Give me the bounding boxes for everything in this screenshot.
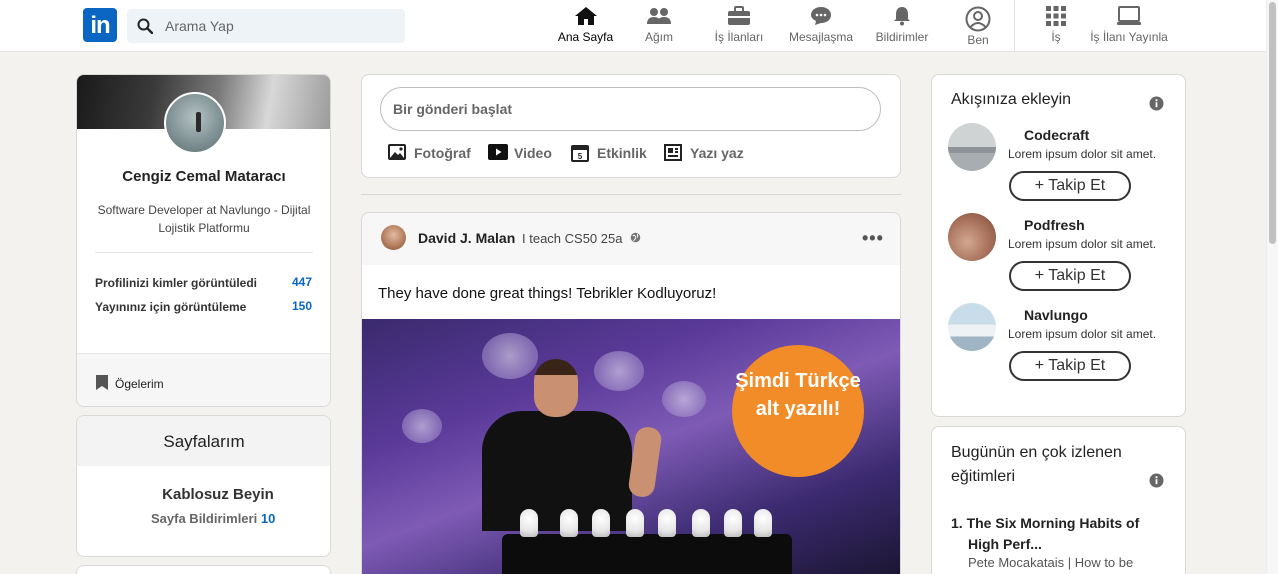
- calendar-icon: 5: [571, 145, 589, 162]
- share-event-button[interactable]: 5 Etkinlik: [571, 142, 651, 164]
- nav-jobs[interactable]: İş İlanları: [712, 6, 766, 48]
- nav-home[interactable]: Ana Sayfa: [557, 6, 614, 48]
- feed-separator: [361, 194, 901, 195]
- share-photo-button[interactable]: Fotoğraf: [388, 142, 478, 164]
- post-options-menu-icon[interactable]: •••: [862, 228, 884, 249]
- nav-label: Ağım: [644, 30, 673, 44]
- stat-profile-views-value[interactable]: 447: [292, 275, 312, 289]
- search-icon: [137, 18, 153, 34]
- nav-label: Bildirimler: [875, 30, 929, 44]
- my-items-label: Ögelerim: [115, 377, 164, 391]
- nav-post-job[interactable]: İş İlanı Yayınla: [1088, 6, 1170, 48]
- post-author-avatar[interactable]: [381, 225, 406, 250]
- search-input[interactable]: [165, 9, 395, 43]
- course-subtitle: Pete Mocakatais | How to be: [968, 555, 1134, 570]
- nav-label: Mesajlaşma: [788, 30, 854, 44]
- page-scrollbar[interactable]: [1266, 0, 1278, 574]
- navlungo-avatar[interactable]: [948, 303, 996, 351]
- my-items-link[interactable]: Ögelerim: [77, 353, 330, 406]
- globe-icon: [630, 232, 641, 243]
- post-job-icon: [1117, 6, 1141, 25]
- suggestion-desc: Lorem ipsum dolor sit amet.: [1008, 327, 1157, 341]
- nav-notifications[interactable]: Bildirimler: [873, 6, 931, 48]
- add-to-feed-title: Akışınıza ekleyin: [951, 91, 1072, 108]
- svg-text:5: 5: [578, 152, 583, 161]
- share-video-button[interactable]: Video: [488, 142, 558, 164]
- video-icon: [488, 144, 508, 160]
- nav-label: Ben: [967, 33, 989, 47]
- article-icon: [664, 144, 682, 161]
- follow-button[interactable]: + Takip Et: [1009, 351, 1131, 381]
- my-pages-title: Sayfalarım: [77, 416, 330, 466]
- post-author-name[interactable]: David J. Malan: [418, 230, 515, 246]
- nav-label: İş İlanı Yayınla: [1090, 30, 1168, 44]
- nav-label: Ana Sayfa: [557, 30, 614, 44]
- share-article-button[interactable]: Yazı yaz: [664, 142, 754, 164]
- trending-courses-title: Bugünün en çok izlenen eğitimleri: [951, 444, 1122, 485]
- subtitle-badge: Şimdi Türkçe alt yazılı!: [732, 345, 864, 477]
- suggestion-desc: Lorem ipsum dolor sit amet.: [1008, 237, 1157, 251]
- nav-me[interactable]: Ben: [962, 6, 994, 48]
- bell-icon: [894, 7, 910, 26]
- post-text: They have done great things! Tebrikler K…: [378, 285, 717, 302]
- home-icon: [574, 7, 597, 25]
- nav-label: İş: [1051, 30, 1061, 44]
- course-title: The Six Morning Habits of High Perf...: [966, 515, 1140, 552]
- stat-post-views-label[interactable]: Yayınınız için görüntüleme: [95, 300, 246, 314]
- page-notifications-count: 10: [260, 511, 276, 526]
- nav-work[interactable]: İş: [1044, 6, 1068, 48]
- suggestion-name[interactable]: Codecraft: [1024, 127, 1089, 143]
- page-name[interactable]: Kablosuz Beyin: [77, 486, 330, 503]
- network-icon: [647, 8, 671, 24]
- follow-button[interactable]: + Takip Et: [1009, 261, 1131, 291]
- page-notifications-label: Sayfa Bildirimleri: [151, 511, 258, 526]
- post-image[interactable]: Şimdi Türkçe alt yazılı!: [362, 319, 900, 574]
- share-article-label: Yazı yaz: [690, 145, 744, 161]
- divider: [95, 252, 313, 253]
- linkedin-logo[interactable]: in: [83, 8, 117, 42]
- nav-divider: [1014, 0, 1015, 52]
- grid-icon: [1046, 6, 1066, 26]
- profile-name[interactable]: Cengiz Cemal Mataracı: [77, 168, 330, 185]
- stat-post-views-value[interactable]: 150: [292, 299, 312, 313]
- course-item[interactable]: 1. The Six Morning Habits of High Perf..…: [951, 513, 1151, 555]
- trending-courses-card: Bugünün en çok izlenen eğitimleri 1. The…: [931, 426, 1186, 574]
- messaging-icon: [811, 7, 831, 25]
- search-box[interactable]: [127, 9, 405, 43]
- info-icon[interactable]: [1149, 473, 1164, 488]
- my-pages-card: Sayfalarım Kablosuz Beyin Sayfa Bildirim…: [76, 415, 331, 557]
- profile-card: Cengiz Cemal Mataracı Software Developer…: [76, 74, 331, 407]
- profile-icon: [965, 6, 991, 32]
- share-box: Bir gönderi başlat Fotoğraf Video 5 Etki…: [361, 74, 901, 178]
- codecraft-avatar[interactable]: [948, 123, 996, 171]
- share-event-label: Etkinlik: [597, 145, 647, 161]
- follow-button[interactable]: + Takip Et: [1009, 171, 1131, 201]
- scrollbar-thumb[interactable]: [1269, 2, 1276, 244]
- post-author-meta: I teach CS50 25a: [522, 231, 623, 246]
- left-next-card: [76, 565, 331, 574]
- nav-messaging[interactable]: Mesajlaşma: [787, 6, 855, 48]
- info-icon[interactable]: [1149, 96, 1164, 111]
- nav-label: İş İlanları: [714, 30, 764, 44]
- bookmark-icon: [96, 375, 108, 390]
- top-navbar: in Ana Sayfa Ağım İş İlanları Mesajlaşma…: [0, 0, 1278, 52]
- nav-network[interactable]: Ağım: [641, 6, 677, 48]
- add-to-feed-card: Akışınıza ekleyin Codecraft Lorem ipsum …: [931, 74, 1186, 417]
- feed-post: David J. Malan I teach CS50 25a ••• They…: [361, 212, 901, 574]
- photo-icon: [388, 144, 406, 160]
- course-number: 1.: [951, 515, 963, 531]
- profile-headline: Software Developer at Navlungo - Dijital…: [97, 203, 311, 235]
- stat-profile-views-label[interactable]: Profilinizi kimler görüntüledi: [95, 276, 257, 290]
- podfresh-avatar[interactable]: [948, 213, 996, 261]
- page-notifications[interactable]: Sayfa Bildirimleri 10: [151, 511, 275, 526]
- suggestion-name[interactable]: Podfresh: [1024, 217, 1085, 233]
- profile-avatar[interactable]: [164, 92, 226, 154]
- suggestion-name[interactable]: Navlungo: [1024, 307, 1088, 323]
- start-post-input[interactable]: Bir gönderi başlat: [380, 87, 881, 131]
- suggestion-desc: Lorem ipsum dolor sit amet.: [1008, 147, 1157, 161]
- share-video-label: Video: [514, 145, 552, 161]
- briefcase-icon: [728, 6, 750, 25]
- share-photo-label: Fotoğraf: [414, 145, 471, 161]
